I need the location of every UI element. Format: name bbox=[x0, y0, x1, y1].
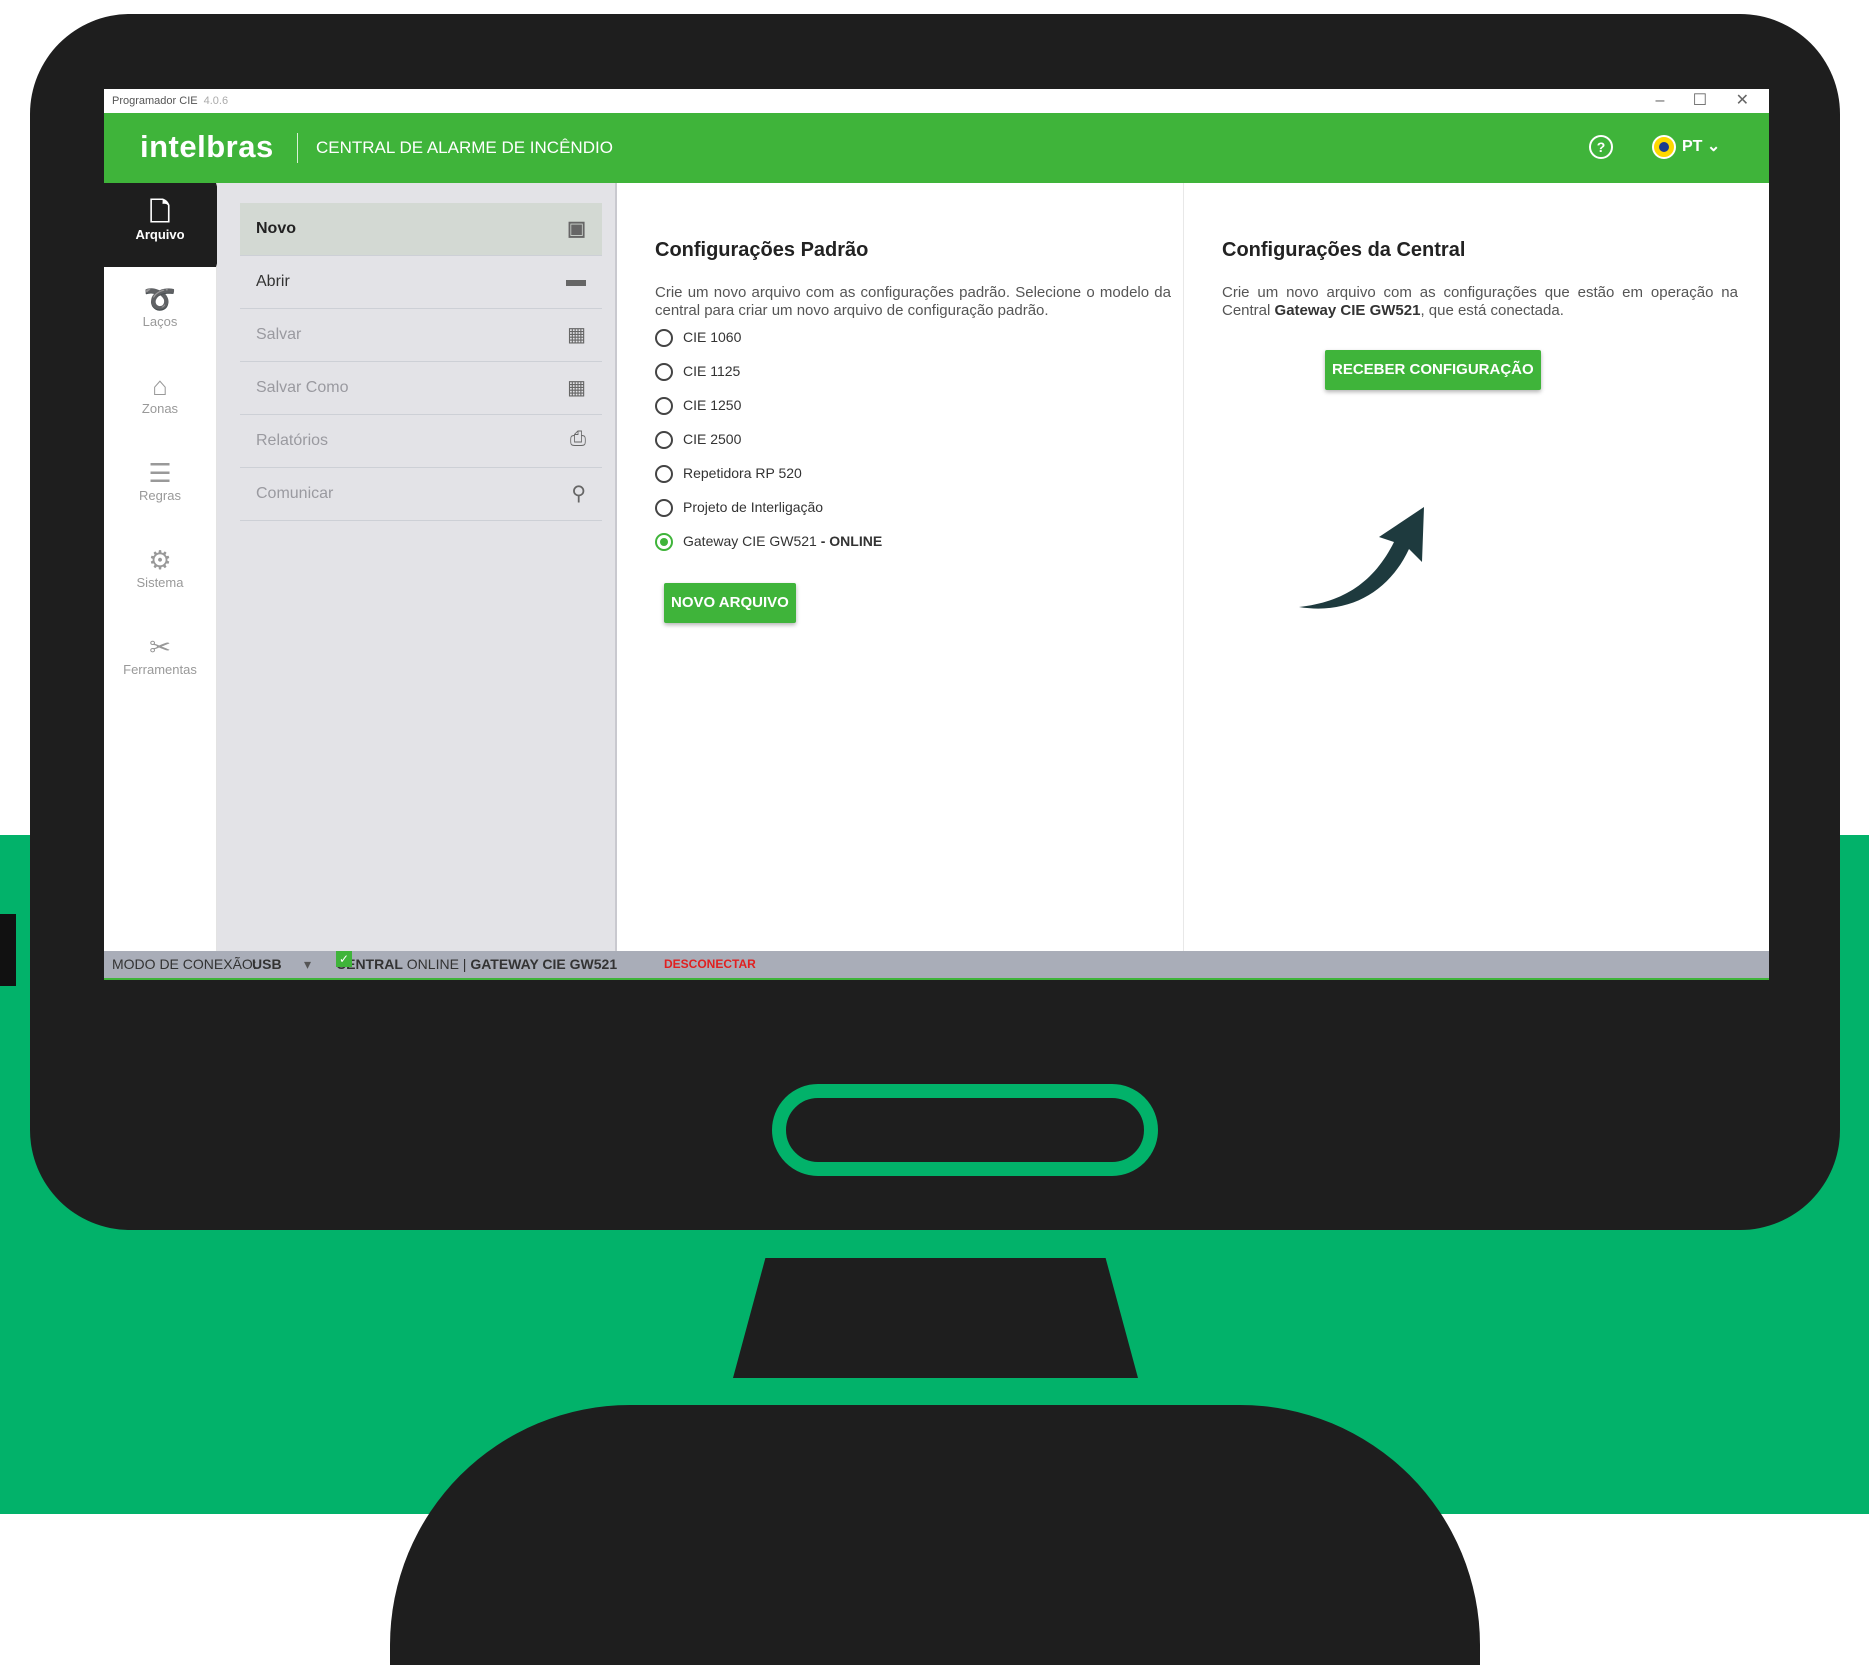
sidebar-item-label: Regras bbox=[139, 488, 181, 503]
radio-cie-1060[interactable]: CIE 1060 bbox=[655, 329, 741, 351]
curved-arrow-icon bbox=[1299, 507, 1424, 609]
menu-item-relatorios[interactable]: Relatórios ⎙ bbox=[240, 415, 602, 468]
print-icon: ⎙ bbox=[570, 428, 586, 450]
app-header: intelbras CENTRAL DE ALARME DE INCÊNDIO … bbox=[104, 113, 1769, 183]
connection-mode-caret[interactable]: ▾ bbox=[304, 951, 311, 978]
loop-icon: ➰ bbox=[143, 284, 177, 314]
menu-item-novo[interactable]: Novo ▣ bbox=[240, 203, 602, 256]
menu-item-label: Salvar Como bbox=[256, 379, 349, 396]
gateway-label: GATEWAY CIE GW521 bbox=[470, 956, 618, 972]
central-config-description: Crie um novo arquivo com as configuraçõe… bbox=[1222, 284, 1738, 319]
radio-projeto-interligacao[interactable]: Projeto de Interligação bbox=[655, 499, 823, 521]
window-controls[interactable]: – ☐ ✕ bbox=[1655, 90, 1761, 110]
receive-config-button[interactable]: RECEBER CONFIGURAÇÃO bbox=[1325, 350, 1541, 390]
connection-status: ✓ CENTRAL ONLINE | GATEWAY CIE GW521 bbox=[336, 951, 617, 978]
menu-item-label: Abrir bbox=[256, 273, 290, 290]
gear-icon: ⚙ bbox=[148, 545, 172, 575]
sidebar-item-regras[interactable]: ☰ Regras bbox=[104, 444, 216, 528]
default-config-description: Crie um novo arquivo com as configuraçõe… bbox=[655, 284, 1171, 319]
radio-repetidora-rp-520[interactable]: Repetidora RP 520 bbox=[655, 465, 802, 487]
radio-circle-checked bbox=[655, 533, 673, 552]
sidebar: 🗋 Arquivo ➰ Laços ⌂ Zonas ☰ Regras ⚙ Sis… bbox=[104, 183, 228, 951]
intelbras-logo: intelbras bbox=[140, 129, 274, 164]
new-folder-icon: ▣ bbox=[567, 218, 586, 240]
language-selector[interactable]: PT ⌄ bbox=[1652, 135, 1720, 159]
default-config-title: Configurações Padrão bbox=[655, 239, 869, 261]
radio-cie-2500[interactable]: CIE 2500 bbox=[655, 431, 741, 453]
radio-label: CIE 2500 bbox=[683, 431, 742, 447]
radio-label: Gateway CIE GW521 bbox=[683, 533, 817, 549]
menu-item-label: Novo bbox=[256, 220, 296, 237]
chevron-down-icon: ⌄ bbox=[1706, 138, 1721, 156]
tools-icon: ✂ bbox=[149, 632, 171, 662]
window-title: Programador CIE 4.0.6 bbox=[112, 95, 229, 107]
save-icon: ▦ bbox=[567, 324, 586, 346]
radio-circle bbox=[655, 363, 673, 382]
home-icon: ⌂ bbox=[152, 371, 168, 401]
radio-label: Projeto de Interligação bbox=[683, 499, 824, 515]
radio-cie-1250[interactable]: CIE 1250 bbox=[655, 397, 741, 419]
language-code: PT bbox=[1682, 138, 1703, 156]
title-bar: Programador CIE 4.0.6 – ☐ ✕ bbox=[104, 89, 1769, 113]
online-label: ONLINE | bbox=[406, 956, 467, 972]
file-menu: Novo ▣ Abrir ▬ Salvar ▦ Salvar Como ▦ Re… bbox=[217, 183, 617, 951]
central-model: Gateway CIE GW521 bbox=[1274, 302, 1421, 319]
menu-item-label: Salvar bbox=[256, 326, 302, 343]
sidebar-item-arquivo[interactable]: 🗋 Arquivo bbox=[104, 183, 228, 267]
sidebar-item-label: Arquivo bbox=[135, 227, 185, 242]
central-config-panel: Configurações da Central Crie um novo ar… bbox=[1184, 183, 1769, 951]
radio-circle bbox=[655, 431, 673, 450]
help-icon[interactable]: ? bbox=[1589, 135, 1613, 159]
radio-label: CIE 1125 bbox=[683, 363, 741, 379]
check-icon: ✓ bbox=[336, 951, 352, 967]
online-tag: - ONLINE bbox=[816, 533, 883, 549]
radio-label: Repetidora RP 520 bbox=[683, 465, 802, 481]
radio-label: CIE 1060 bbox=[683, 329, 742, 345]
sidebar-item-ferramentas[interactable]: ✂ Ferramentas bbox=[104, 618, 216, 702]
menu-item-label: Comunicar bbox=[256, 485, 334, 502]
brazil-flag-icon bbox=[1652, 135, 1676, 159]
window-version: 4.0.6 bbox=[203, 95, 229, 107]
sidebar-item-label: Laços bbox=[142, 314, 178, 329]
folder-icon: ▬ bbox=[566, 269, 586, 291]
header-divider bbox=[297, 133, 298, 163]
menu-item-abrir[interactable]: Abrir ▬ bbox=[240, 256, 602, 309]
menu-item-label: Relatórios bbox=[256, 432, 329, 449]
menu-item-comunicar[interactable]: Comunicar ⚲ bbox=[240, 468, 602, 521]
header-title: CENTRAL DE ALARME DE INCÊNDIO bbox=[316, 138, 613, 157]
rules-icon: ☰ bbox=[148, 458, 172, 488]
radio-circle bbox=[655, 329, 673, 348]
radio-label: CIE 1250 bbox=[683, 397, 742, 413]
save-as-icon: ▦ bbox=[567, 377, 586, 399]
sidebar-item-label: Sistema bbox=[136, 575, 184, 590]
file-icon: 🗋 bbox=[149, 197, 171, 227]
radio-circle bbox=[655, 397, 673, 416]
connection-mode-label: MODO DE CONEXÃO: bbox=[112, 956, 257, 972]
radio-circle bbox=[655, 499, 673, 518]
menu-item-salvar-como[interactable]: Salvar Como ▦ bbox=[240, 362, 602, 415]
sidebar-item-zonas[interactable]: ⌂ Zonas bbox=[104, 357, 216, 441]
connection-mode-value[interactable]: USB bbox=[252, 951, 282, 978]
usb-icon: ⚲ bbox=[571, 483, 586, 505]
disconnect-link[interactable]: DESCONECTAR bbox=[664, 951, 756, 978]
new-file-button[interactable]: NOVO ARQUIVO bbox=[664, 583, 796, 623]
menu-item-salvar[interactable]: Salvar ▦ bbox=[240, 309, 602, 362]
default-config-panel: Configurações Padrão Crie um novo arquiv… bbox=[617, 183, 1184, 951]
monitor-base bbox=[390, 1405, 1480, 1665]
radio-cie-1125[interactable]: CIE 1125 bbox=[655, 363, 740, 385]
monitor-neck bbox=[733, 1258, 1138, 1378]
status-bar: MODO DE CONEXÃO: USB ▾ ✓ CENTRAL ONLINE … bbox=[104, 951, 1769, 980]
radio-gateway-cie-gw521[interactable]: Gateway CIE GW521 - ONLINE bbox=[655, 533, 882, 555]
sidebar-item-sistema[interactable]: ⚙ Sistema bbox=[104, 531, 216, 615]
central-config-title: Configurações da Central bbox=[1222, 239, 1466, 261]
app-window: Programador CIE 4.0.6 – ☐ ✕ intelbras CEN… bbox=[104, 89, 1769, 980]
monitor-power-pill bbox=[772, 1084, 1158, 1176]
sidebar-item-label: Ferramentas bbox=[123, 662, 197, 677]
radio-circle bbox=[655, 465, 673, 484]
sidebar-item-lacos[interactable]: ➰ Laços bbox=[104, 270, 216, 354]
sidebar-item-label: Zonas bbox=[141, 401, 179, 416]
cable bbox=[0, 914, 16, 986]
